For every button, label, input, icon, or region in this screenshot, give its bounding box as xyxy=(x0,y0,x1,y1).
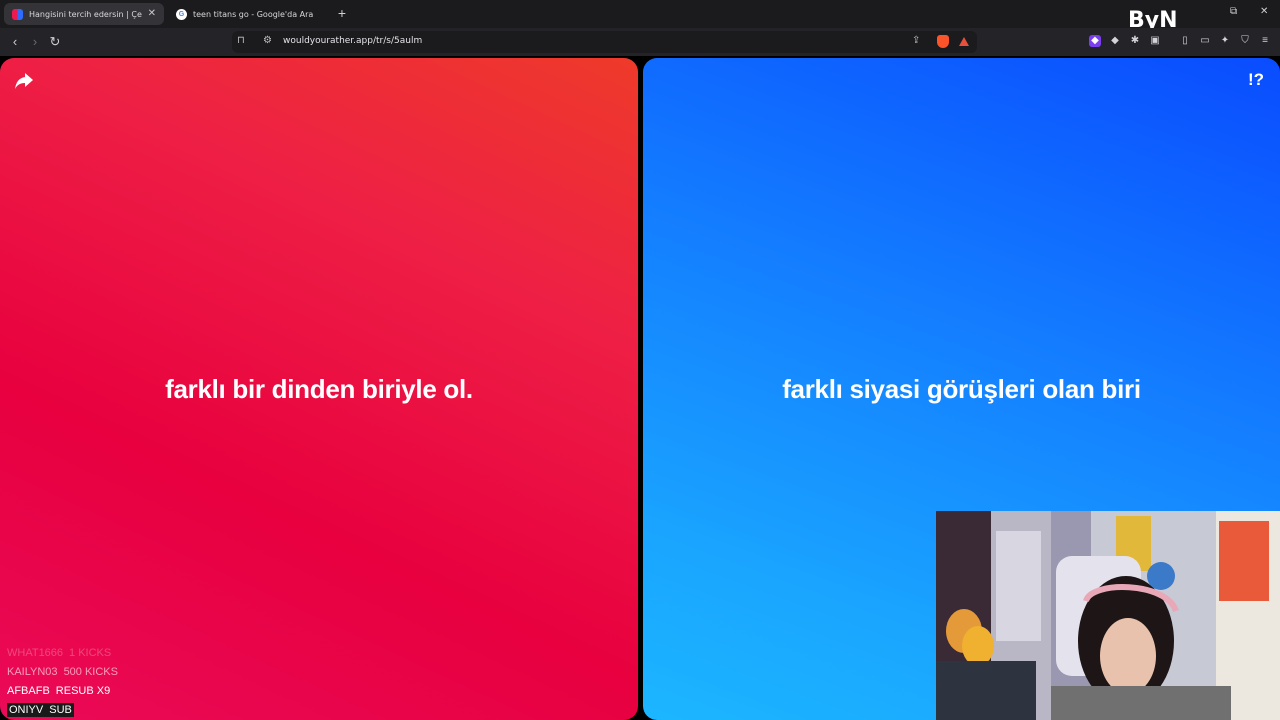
leo-icon[interactable]: ✦ xyxy=(1219,35,1231,47)
help-button[interactable]: !? xyxy=(1248,70,1264,90)
tab-google[interactable]: G teen titans go - Google'da Ara xyxy=(168,3,328,25)
vpn-icon[interactable]: ⛉ xyxy=(1239,35,1251,47)
tab-wouldyourather[interactable]: Hangisini tercih edersin | Çevrimiçi ✕ xyxy=(4,3,164,25)
event-row: AFBAFB RESUB X9 xyxy=(7,685,111,697)
brave-shield-icon[interactable] xyxy=(937,35,949,48)
extension-icon[interactable]: ◆ xyxy=(1089,35,1101,47)
forward-icon[interactable]: › xyxy=(26,33,44,51)
tab-title: Hangisini tercih edersin | Çevrimiçi xyxy=(29,9,142,19)
window-close-icon[interactable]: ✕ xyxy=(1260,7,1268,17)
webcam-feed xyxy=(936,511,1280,720)
maximize-icon[interactable]: ⧉ xyxy=(1230,7,1237,17)
tab-strip: Hangisini tercih edersin | Çevrimiçi ✕ G… xyxy=(0,0,1280,32)
share-icon[interactable] xyxy=(14,72,34,90)
extension-icon[interactable]: ▣ xyxy=(1149,35,1161,47)
share-page-icon[interactable]: ⇪ xyxy=(912,35,920,47)
menu-icon[interactable]: ≡ xyxy=(1259,35,1271,47)
option-left-text: farklı bir dinden biriyle ol. xyxy=(165,374,473,404)
stream-event-list: WHAT1666 1 KICKS KAILYN03 500 KICKS AFBAFB… xyxy=(7,644,118,720)
option-right-text: farklı siyasi görüşleri olan biri xyxy=(782,374,1141,404)
extensions-icon[interactable]: ✱ xyxy=(1129,35,1141,47)
wyr-favicon-icon xyxy=(12,8,23,20)
site-info-icon[interactable]: ⚙ xyxy=(263,35,272,47)
event-row: ONIYV SUB xyxy=(7,703,74,717)
option-left[interactable]: farklı bir dinden biriyle ol. xyxy=(0,58,638,720)
reload-icon[interactable]: ↻ xyxy=(46,33,64,51)
back-icon[interactable]: ‹ xyxy=(6,33,24,51)
wallet-icon[interactable]: ▭ xyxy=(1199,35,1211,47)
event-row: WHAT1666 1 KICKS xyxy=(7,647,112,659)
new-tab-button[interactable]: + xyxy=(335,5,349,21)
url-text[interactable]: wouldyourather.app/tr/s/5aulm xyxy=(283,36,422,46)
event-row: KAILYN03 500 KICKS xyxy=(7,666,118,678)
rewards-icon[interactable] xyxy=(959,37,969,46)
tab-title: teen titans go - Google'da Ara xyxy=(193,9,314,19)
close-tab-icon[interactable]: ✕ xyxy=(148,9,156,19)
sidebar-icon[interactable]: ▯ xyxy=(1179,35,1191,47)
extension-icon[interactable]: ◆ xyxy=(1109,35,1121,47)
google-favicon-icon: G xyxy=(176,8,187,20)
bookmark-icon[interactable]: ⊓ xyxy=(237,35,245,47)
